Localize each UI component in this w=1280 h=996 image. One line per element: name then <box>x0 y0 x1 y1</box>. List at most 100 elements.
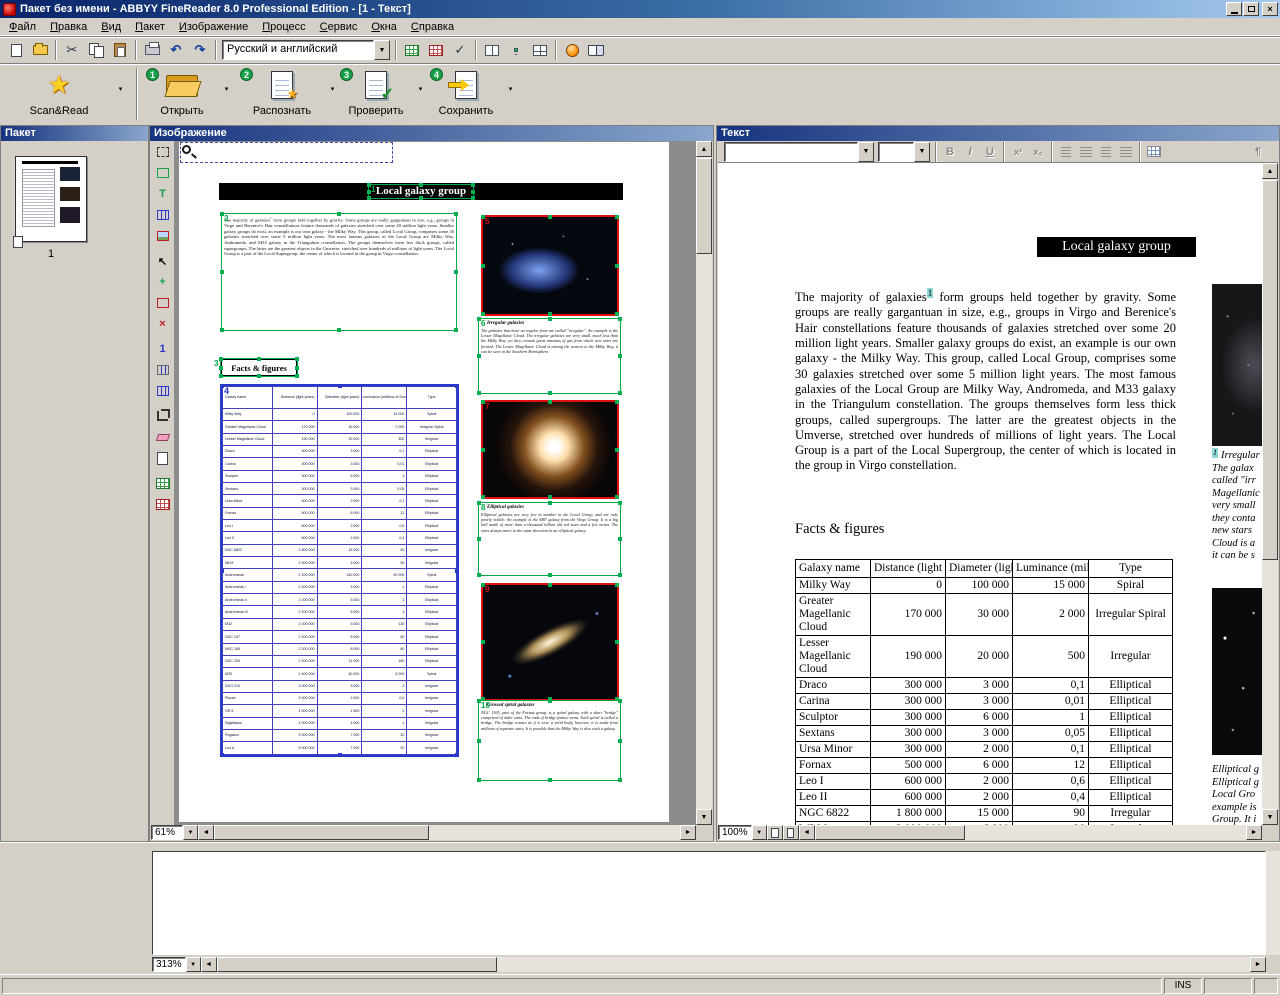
zone-handle[interactable] <box>367 183 371 187</box>
menu-file[interactable]: Файл <box>2 19 43 35</box>
scrollbar-thumb[interactable] <box>216 957 497 972</box>
analyze-page-tool[interactable] <box>152 473 173 493</box>
zone-handle[interactable] <box>337 328 341 332</box>
table-cell[interactable]: 2 000 <box>945 789 1013 806</box>
zone-handle[interactable] <box>220 270 224 274</box>
zone-handle[interactable] <box>220 568 224 573</box>
crop-image-tool[interactable] <box>152 406 173 426</box>
zone-handle[interactable] <box>618 537 622 541</box>
table-cell[interactable]: 30 000 <box>945 593 1013 636</box>
zone-handle[interactable] <box>615 400 619 404</box>
zone-handle[interactable] <box>219 374 223 378</box>
zone-handle[interactable] <box>618 501 622 505</box>
underline-button[interactable]: U <box>980 143 1000 161</box>
restore-button[interactable] <box>1243 2 1260 16</box>
paste-button[interactable] <box>108 39 132 61</box>
table-cell[interactable]: Elliptical <box>1088 741 1173 758</box>
align-left-button[interactable] <box>1056 143 1076 161</box>
zone-handle[interactable] <box>477 537 481 541</box>
zone-handle[interactable] <box>615 640 619 644</box>
font-size-select[interactable]: ▼ <box>878 141 930 162</box>
table-cell[interactable]: 2 000 <box>945 773 1013 790</box>
scroll-down-button[interactable]: ▼ <box>1262 809 1278 825</box>
text-zoom-value[interactable]: 100% <box>718 825 752 840</box>
table-cell[interactable]: 170 000 <box>870 593 946 636</box>
zone-handle[interactable] <box>547 317 552 321</box>
print-button[interactable] <box>140 39 164 61</box>
table-cell[interactable]: 300 000 <box>870 709 946 726</box>
image-horizontal-scrollbar[interactable] <box>214 825 680 840</box>
picture-zone-tool[interactable] <box>152 226 173 246</box>
scroll-right-button[interactable]: ► <box>1246 825 1262 840</box>
table-cell[interactable]: Irregular <box>1088 805 1173 822</box>
zone-handle[interactable] <box>618 317 622 321</box>
zone-handle[interactable] <box>295 374 299 378</box>
table-cell[interactable]: Ursa Minor <box>795 741 871 758</box>
table-cell[interactable]: 0,1 <box>1012 741 1089 758</box>
picture-zone-elliptical-galaxy[interactable]: 7 <box>481 400 619 499</box>
selection-marquee[interactable] <box>180 142 393 163</box>
zone-handle[interactable] <box>337 212 341 216</box>
align-right-button[interactable] <box>1096 143 1116 161</box>
zone-handle[interactable] <box>295 357 299 361</box>
note-zone-spiral[interactable]: 10 Crossed spiral galaxies NGC 1365, par… <box>477 699 622 782</box>
table-cell[interactable]: 0,05 <box>1012 725 1089 742</box>
new-batch-button[interactable] <box>4 39 28 61</box>
table-cell[interactable]: Irregular <box>1088 635 1173 678</box>
table-cell[interactable]: 500 <box>1012 635 1089 678</box>
recognize-button[interactable]: 2 ★ Распознать <box>240 66 324 124</box>
open-batch-button[interactable] <box>28 39 52 61</box>
table-cell[interactable]: 600 000 <box>870 773 946 790</box>
zone-handle[interactable] <box>471 196 475 200</box>
table-cell[interactable]: Greater Magellanic Cloud <box>795 593 871 636</box>
zone-handle[interactable] <box>455 384 459 388</box>
zone-handle[interactable] <box>220 753 224 757</box>
select-area-tool[interactable] <box>152 142 173 162</box>
table-cell[interactable]: Sculptor <box>795 709 871 726</box>
analyze-layout-button[interactable] <box>400 39 424 61</box>
zone-handle[interactable] <box>481 400 485 404</box>
column-header[interactable]: Galaxy name <box>795 559 871 578</box>
zone-handle[interactable] <box>454 212 458 216</box>
table-cell[interactable]: Spiral <box>1088 577 1173 594</box>
zone-handle[interactable] <box>615 583 619 587</box>
zone-handle[interactable] <box>471 189 475 194</box>
table-cell[interactable]: Elliptical <box>1088 757 1173 774</box>
table-cell[interactable]: 3 000 <box>945 693 1013 710</box>
split-table-tool[interactable] <box>152 381 173 401</box>
table-cell[interactable]: 0,6 <box>1012 773 1089 790</box>
zone-handle[interactable] <box>455 568 459 573</box>
save-button[interactable]: 4 Сохранить <box>430 66 502 124</box>
window-layout-vertical-button[interactable] <box>480 39 504 61</box>
scroll-left-button[interactable]: ◄ <box>200 957 217 972</box>
zone-handle[interactable] <box>615 312 619 316</box>
zone-handle[interactable] <box>257 357 261 361</box>
table-cell[interactable]: 6 000 <box>945 709 1013 726</box>
scrollbar-thumb[interactable] <box>214 825 429 840</box>
table-cell[interactable]: 300 000 <box>870 741 946 758</box>
minimize-button[interactable] <box>1226 2 1242 16</box>
bold-button[interactable]: B <box>940 143 960 161</box>
image-vertical-scrollbar[interactable]: ▲ ▼ <box>696 141 712 825</box>
menu-tools[interactable]: Сервис <box>313 19 365 35</box>
table-cell[interactable]: 12 <box>1012 757 1089 774</box>
draw-zone-tool[interactable] <box>152 163 173 183</box>
redo-button[interactable]: ↷ <box>188 39 212 61</box>
ocr-doc-title[interactable]: Local galaxy group <box>1037 237 1196 257</box>
fit-width-button[interactable] <box>766 825 783 840</box>
table-cell[interactable]: Fornax <box>795 757 871 774</box>
page-number[interactable]: 1 <box>15 248 87 260</box>
table-cell[interactable]: Milky Way <box>795 577 871 594</box>
table-cell[interactable]: Elliptical <box>1088 709 1173 726</box>
table-cell[interactable]: 15 000 <box>945 805 1013 822</box>
table-cell[interactable]: 190 000 <box>870 635 946 678</box>
scrollbar-thumb[interactable] <box>1262 180 1278 560</box>
facts-heading-zone[interactable]: 3 Facts & figures <box>214 357 299 378</box>
zone-type-tool[interactable] <box>152 360 173 380</box>
table-cell[interactable]: Lesser Magellanic Cloud <box>795 635 871 678</box>
ocr-facts-heading[interactable]: Facts & figures <box>795 521 884 538</box>
table-cell[interactable]: 0 <box>870 577 946 594</box>
image-zoom-dropdown[interactable]: ▼ <box>183 825 198 840</box>
scanned-page[interactable]: Local galaxy group 1 2 The majority of g… <box>179 142 669 822</box>
title-zone[interactable]: 1 <box>367 183 475 200</box>
